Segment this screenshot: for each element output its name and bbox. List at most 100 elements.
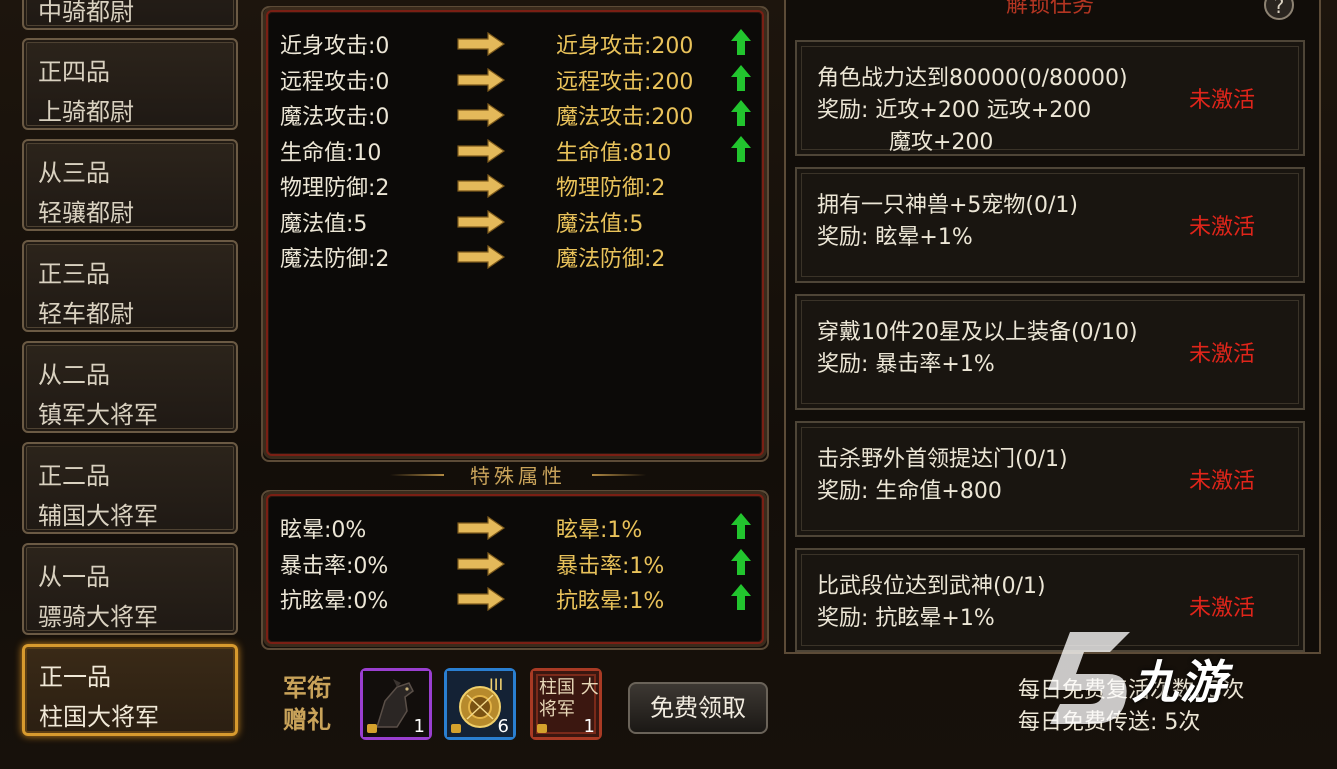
task-title: 角色战力达到80000(0/80000) bbox=[817, 66, 1128, 91]
lock-icon bbox=[367, 724, 377, 733]
right-arrow-icon bbox=[457, 138, 506, 163]
gift-item-2[interactable]: 柱国 大将军 1 bbox=[530, 668, 602, 740]
task-status: 未激活 bbox=[1189, 342, 1256, 367]
rank-grade: 从一品 bbox=[38, 563, 110, 591]
rank-grade: 从二品 bbox=[38, 361, 110, 389]
stat-current-value: 远程攻击:0 bbox=[280, 69, 390, 95]
task-reward: 奖励: 抗眩晕+1% bbox=[817, 606, 995, 631]
rank-item-0[interactable]: 中骑都尉 bbox=[22, 0, 238, 30]
stat-next-value: 抗眩晕:1% bbox=[556, 589, 665, 614]
watermark-text: 九游 bbox=[1132, 655, 1228, 709]
right-arrow-icon bbox=[457, 103, 506, 127]
task-card-0: 角色战力达到80000(0/80000) 奖励: 近攻+200 远攻+200 魔… bbox=[795, 40, 1305, 156]
task-reward: 奖励: 暴击率+1% bbox=[817, 352, 995, 377]
gift-item-0[interactable]: 1 bbox=[360, 668, 432, 740]
rank-item-2[interactable]: 从三品 轻骧都尉 bbox=[22, 139, 238, 231]
rank-list: 中骑都尉 正四品 上骑都尉 从三品 轻骧都尉 正三品 轻车都尉 从二品 镇军大将… bbox=[22, 0, 244, 745]
lock-icon bbox=[537, 724, 547, 733]
right-arrow-icon bbox=[457, 587, 506, 611]
green-up-arrow-icon bbox=[731, 513, 751, 539]
special_stats-row: 抗眩晕:0% 抗眩晕:1% bbox=[268, 581, 762, 617]
green-up-arrow-icon bbox=[731, 100, 751, 126]
base_stats-row: 魔法攻击:0 魔法攻击:200 bbox=[268, 97, 762, 133]
right-arrow-icon bbox=[457, 551, 506, 576]
stat-next-value: 眩晕:1% bbox=[556, 518, 643, 543]
special_stats-row: 暴击率:0% 暴击率:1% bbox=[268, 546, 762, 582]
task-reward: 奖励: 眩晕+1% bbox=[817, 225, 973, 250]
rank-item-1[interactable]: 正四品 上骑都尉 bbox=[22, 38, 238, 130]
base_stats-row: 物理防御:2 物理防御:2 bbox=[268, 168, 762, 204]
rank-grade: 正四品 bbox=[38, 58, 110, 86]
rank-title: 镇军大将军 bbox=[38, 401, 158, 429]
stat-current-value: 生命值:10 bbox=[280, 140, 382, 166]
rank-gift-label-line1: 军衔 bbox=[283, 674, 331, 702]
stat-current-value: 近身攻击:0 bbox=[280, 34, 390, 59]
unlock-tasks-title: 解锁任务 bbox=[1005, 0, 1094, 18]
special-stats-panel: 眩晕:0% 眩晕:1% 暴击率:0% 暴击率:1% 抗眩晕:0% 抗眩晕:1% bbox=[266, 494, 764, 644]
special-attributes-title: 特殊属性 bbox=[390, 460, 646, 490]
special_stats-row: 眩晕:0% 眩晕:1% bbox=[268, 510, 762, 546]
gift-item-tier: III bbox=[489, 675, 504, 694]
base_stats-row: 魔法防御:2 魔法防御:2 bbox=[268, 239, 762, 275]
rank-grade: 正二品 bbox=[38, 462, 110, 490]
green-up-arrow-icon bbox=[731, 29, 751, 55]
rank-item-4[interactable]: 从二品 镇军大将军 bbox=[22, 341, 238, 433]
rank-item-7-selected[interactable]: 正一品 柱国大将军 bbox=[22, 644, 238, 736]
free-claim-button[interactable]: 免费领取 bbox=[628, 682, 768, 734]
right-arrow-icon bbox=[457, 174, 506, 198]
rank-gift-label-line2: 赠礼 bbox=[283, 706, 331, 734]
rank-grade: 从三品 bbox=[38, 159, 110, 187]
rank-item-5[interactable]: 正二品 辅国大将军 bbox=[22, 442, 238, 534]
green-up-arrow-icon bbox=[731, 135, 751, 162]
right-arrow-icon bbox=[457, 67, 506, 92]
base_stats-row: 近身攻击:0 近身攻击:200 bbox=[268, 26, 762, 62]
stat-current-value: 魔法值:5 bbox=[280, 211, 368, 237]
rank-title: 柱国大将军 bbox=[39, 703, 159, 731]
green-up-arrow-icon bbox=[731, 584, 751, 610]
right-arrow-icon bbox=[457, 516, 506, 540]
right-arrow-icon bbox=[457, 245, 506, 269]
stat-next-value: 魔法攻击:200 bbox=[556, 105, 694, 130]
stat-current-value: 暴击率:0% bbox=[280, 553, 389, 579]
stat-current-value: 魔法攻击:0 bbox=[280, 105, 390, 130]
task-reward: 奖励: 近攻+200 远攻+200 bbox=[817, 98, 1092, 123]
rank-grade: 正三品 bbox=[38, 260, 110, 288]
task-card-2: 穿戴10件20星及以上装备(0/10) 奖励: 暴击率+1% 未激活 bbox=[795, 294, 1305, 410]
rank-item-6[interactable]: 从一品 骠骑大将军 bbox=[22, 543, 238, 635]
task-status: 未激活 bbox=[1189, 88, 1256, 113]
task-card-3: 击杀野外首领提达门(0/1) 奖励: 生命值+800 未激活 bbox=[795, 421, 1305, 537]
stat-next-value: 暴击率:1% bbox=[556, 553, 665, 579]
green-up-arrow-icon bbox=[731, 548, 751, 575]
rank-grade: 正一品 bbox=[39, 663, 111, 691]
task-reward-extra: 魔攻+200 bbox=[889, 130, 994, 155]
rank-gift-label: 军衔 赠礼 bbox=[272, 672, 342, 736]
stat-current-value: 魔法防御:2 bbox=[280, 247, 390, 272]
stat-next-value: 物理防御:2 bbox=[556, 176, 666, 201]
task-title: 比武段位达到武神(0/1) bbox=[817, 574, 1046, 599]
gift-item-1[interactable]: III 6 bbox=[444, 668, 516, 740]
task-status: 未激活 bbox=[1189, 469, 1256, 494]
title-ornament-left bbox=[390, 474, 444, 476]
gift-item-count: 1 bbox=[413, 716, 425, 737]
base_stats-row: 生命值:10 生命值:810 bbox=[268, 133, 762, 169]
task-status: 未激活 bbox=[1189, 215, 1256, 240]
special-attributes-label: 特殊属性 bbox=[470, 464, 566, 488]
rank-item-3[interactable]: 正三品 轻车都尉 bbox=[22, 240, 238, 332]
task-title: 穿戴10件20星及以上装备(0/10) bbox=[817, 320, 1138, 345]
stat-current-value: 抗眩晕:0% bbox=[280, 589, 389, 614]
stat-next-value: 魔法值:5 bbox=[556, 211, 644, 237]
task-reward: 奖励: 生命值+800 bbox=[817, 479, 1002, 504]
rank-title: 中骑都尉 bbox=[38, 0, 134, 26]
stat-next-value: 生命值:810 bbox=[556, 140, 672, 166]
base_stats-row: 魔法值:5 魔法值:5 bbox=[268, 204, 762, 240]
rank-title: 上骑都尉 bbox=[38, 98, 134, 126]
rank-title: 轻车都尉 bbox=[38, 300, 134, 328]
rank-title: 骠骑大将军 bbox=[38, 603, 158, 631]
stat-next-value: 魔法防御:2 bbox=[556, 247, 666, 272]
right-arrow-icon bbox=[457, 209, 506, 234]
lock-icon bbox=[451, 724, 461, 733]
right-arrow-icon bbox=[457, 32, 506, 56]
stat-next-value: 远程攻击:200 bbox=[556, 69, 694, 95]
rank-title: 辅国大将军 bbox=[38, 502, 158, 530]
task-title: 拥有一只神兽+5宠物(0/1) bbox=[817, 193, 1079, 218]
